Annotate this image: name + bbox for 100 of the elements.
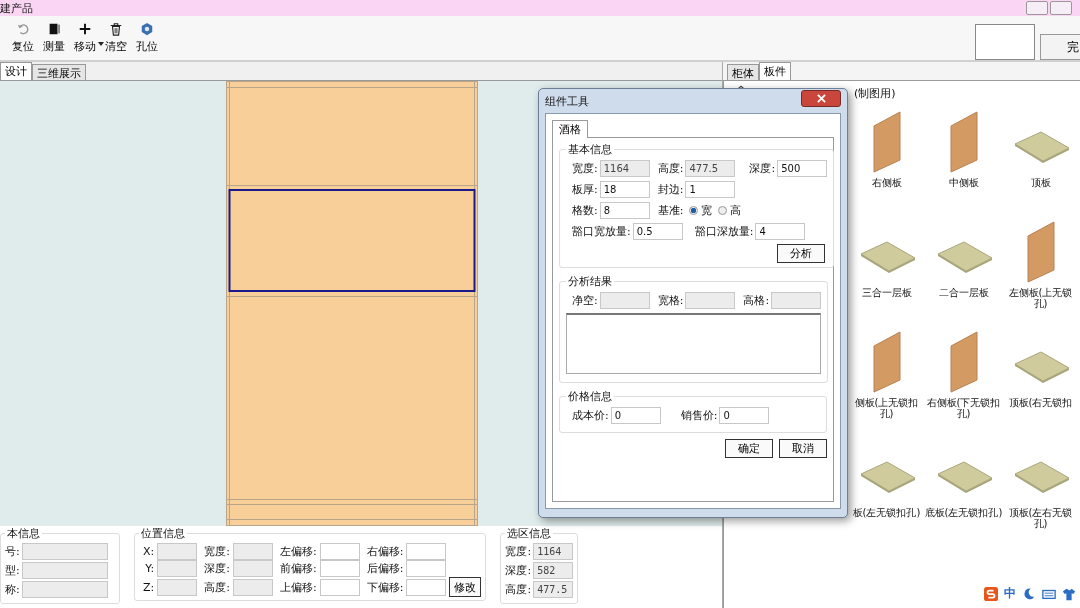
input-field[interactable]: [157, 560, 198, 577]
radio-option[interactable]: 高: [718, 203, 742, 218]
input-field[interactable]: [406, 578, 447, 596]
dialog-button[interactable]: 确定: [725, 439, 773, 458]
input-field[interactable]: [319, 543, 360, 560]
input-field[interactable]: 8: [599, 202, 650, 219]
minimize-button[interactable]: [1026, 1, 1048, 15]
item-label: 顶板: [1030, 177, 1051, 188]
field-label: 成本价:: [572, 408, 609, 423]
field-label: 格数:: [571, 203, 598, 218]
input-field[interactable]: 1: [685, 181, 736, 198]
field-label: 宽格:: [657, 293, 684, 308]
item-label: 底板(左无锁扣孔): [924, 507, 1003, 518]
input-field[interactable]: 4: [755, 223, 806, 240]
done-button[interactable]: 完: [1040, 34, 1080, 60]
input-field[interactable]: [157, 578, 198, 596]
analyze-button[interactable]: 分析: [777, 244, 826, 263]
input-field[interactable]: [21, 562, 108, 579]
input-field[interactable]: [232, 543, 273, 560]
radio-button[interactable]: [718, 206, 728, 215]
field-label: 板厚:: [571, 182, 598, 197]
close-button[interactable]: [801, 89, 841, 107]
input-field[interactable]: 477.5: [533, 581, 574, 598]
input-field[interactable]: [157, 543, 198, 560]
item-label: 二合一层板: [938, 287, 989, 298]
field-label: 深度:: [505, 563, 532, 578]
ime-mode[interactable]: 中: [1004, 585, 1016, 602]
field-label: 下偏移:: [365, 579, 404, 595]
field-label: 宽度:: [571, 161, 598, 176]
close-icon: [816, 93, 826, 103]
field-label: 后偏移:: [365, 561, 404, 576]
modify-button[interactable]: 修改: [449, 577, 482, 597]
input-field[interactable]: 1164: [533, 543, 574, 560]
input-field[interactable]: [406, 560, 447, 577]
field-label: 宽度:: [203, 544, 230, 559]
item-label: 侧板(上无锁扣 孔): [854, 397, 919, 419]
group-title: 选区信息: [506, 526, 553, 541]
toolbar-button[interactable]: 孔位: [132, 22, 162, 54]
plus-icon: [78, 22, 92, 36]
input-field[interactable]: 582: [533, 562, 574, 579]
nut-icon: [140, 22, 154, 36]
input-field[interactable]: [685, 292, 736, 309]
field-label: 型:: [5, 563, 20, 578]
input-field[interactable]: [771, 292, 822, 309]
view-tab[interactable]: 三维展示: [32, 64, 86, 80]
shirt-icon[interactable]: [1062, 586, 1076, 601]
input-field[interactable]: [21, 581, 108, 598]
maximize-button[interactable]: [1050, 1, 1072, 15]
dialog-title: 组件工具: [545, 93, 589, 109]
field-label: 封边:: [657, 182, 684, 197]
dialog-button[interactable]: 取消: [779, 439, 827, 458]
field-label: 左偏移:: [278, 544, 317, 559]
field-label: 前偏移:: [278, 561, 317, 576]
input-field[interactable]: [599, 292, 650, 309]
item-label: 板(左无锁扣孔): [852, 507, 921, 518]
field-label: 宽度:: [505, 544, 532, 559]
window-title: 建产品: [0, 0, 33, 16]
input-field[interactable]: [319, 560, 360, 577]
undo-icon: [16, 22, 30, 36]
dialog-tab[interactable]: 酒格: [552, 120, 588, 138]
field-label: 号:: [5, 544, 20, 559]
input-field[interactable]: [232, 560, 273, 577]
trash-icon: [109, 22, 123, 36]
item-label: 右侧板(下无锁扣 孔): [926, 397, 1001, 419]
input-field[interactable]: 0: [610, 407, 661, 424]
group-title: 价格信息: [567, 389, 613, 404]
view-tab[interactable]: 设计: [0, 62, 32, 80]
field-label: 高度:: [505, 582, 532, 597]
toolbar-button[interactable]: 清空: [101, 22, 131, 54]
input-field[interactable]: [232, 578, 273, 596]
radio-option[interactable]: 宽: [689, 203, 713, 218]
input-field[interactable]: [319, 578, 360, 596]
field-label: 豁口深放量:: [694, 224, 754, 239]
result-text-area[interactable]: [566, 313, 822, 374]
ime-logo-icon[interactable]: [984, 586, 998, 601]
radio-button[interactable]: [689, 206, 699, 215]
group-title: 基本信息: [567, 142, 613, 157]
library-tab[interactable]: 板件: [759, 62, 791, 80]
group-title: 本信息: [6, 526, 41, 541]
input-field[interactable]: [21, 543, 108, 560]
field-label: 深度:: [749, 161, 776, 176]
folder-path: (制图用): [854, 85, 896, 101]
field-label: 豁口宽放量:: [571, 224, 631, 239]
toolbar-button[interactable]: 移动: [70, 22, 100, 54]
input-field[interactable]: 500: [777, 160, 828, 177]
field-label: 深度:: [203, 561, 230, 576]
toolbar-button[interactable]: 测量: [39, 22, 69, 54]
field-label: Y:: [144, 562, 155, 575]
field-label: 上偏移:: [278, 579, 317, 595]
field-label: Z:: [142, 580, 155, 594]
field-label: 净空:: [572, 293, 598, 308]
input-field[interactable]: 18: [599, 181, 650, 198]
input-field[interactable]: 0: [719, 407, 770, 424]
item-label: 左侧板(上无锁 孔): [1008, 287, 1073, 309]
input-field[interactable]: [406, 543, 447, 560]
input-field[interactable]: 0.5: [632, 223, 683, 240]
group-title: 分析结果: [567, 274, 613, 289]
library-tab[interactable]: 柜体: [727, 64, 759, 80]
toolbar-button[interactable]: 复位: [8, 22, 38, 54]
moon-icon[interactable]: [1022, 586, 1036, 601]
